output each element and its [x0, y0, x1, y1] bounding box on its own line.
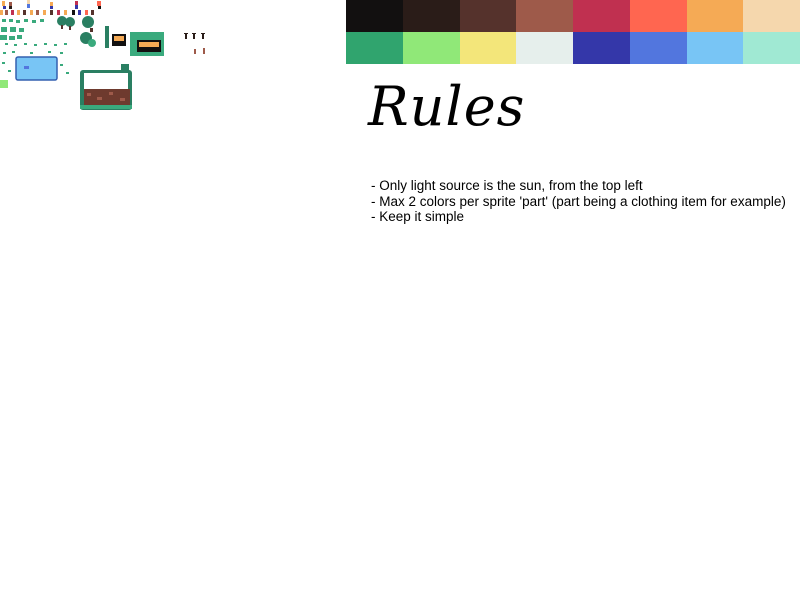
color-palette: [346, 0, 800, 64]
rules-list: - Only light source is the sun, from the…: [371, 178, 786, 225]
palette-swatch: [743, 0, 800, 32]
tree-sprites: [57, 16, 96, 47]
rule-item: - Only light source is the sun, from the…: [371, 178, 643, 193]
palette-swatch: [346, 0, 403, 32]
dirt-island: [80, 64, 132, 110]
chest-sprites: [105, 26, 164, 56]
palette-swatch: [402, 32, 460, 64]
palette-swatch: [686, 0, 744, 32]
palette-swatch: [573, 0, 630, 32]
water-pond: [15, 56, 58, 81]
grass-marker: [0, 80, 8, 88]
palette-swatch: [573, 32, 630, 64]
palette-swatch: [402, 0, 460, 32]
palette-swatch: [629, 0, 687, 32]
palette-swatch: [516, 0, 573, 32]
rule-item: - Max 2 colors per sprite 'part' (part b…: [371, 193, 786, 209]
palette-swatch: [743, 32, 800, 64]
palette-swatch: [629, 32, 687, 64]
rules-heading: Rules: [368, 75, 526, 138]
palette-swatch: [346, 32, 403, 64]
sprite-sheet: [0, 0, 205, 110]
palette-swatch: [459, 0, 517, 32]
rule-item: - Keep it simple: [371, 209, 465, 224]
palette-swatch: [516, 32, 573, 64]
small-items: [184, 33, 205, 54]
character-sprites: [0, 0, 101, 15]
palette-swatch: [459, 32, 517, 64]
palette-swatch: [686, 32, 744, 64]
